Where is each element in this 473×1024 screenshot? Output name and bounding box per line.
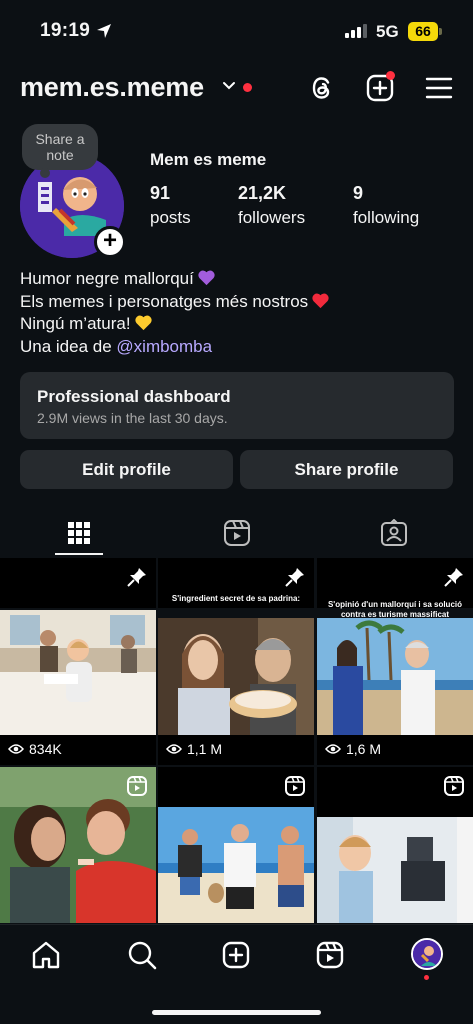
grid-post[interactable] xyxy=(158,767,314,923)
stat-value: 21,2K xyxy=(238,183,287,203)
grid-post[interactable]: 834K xyxy=(0,558,156,765)
post-thumbnail xyxy=(0,610,156,735)
stat-value: 9 xyxy=(353,183,364,203)
view-count-text: 1,6 M xyxy=(346,741,382,757)
stat-label: posts xyxy=(150,208,191,227)
profile-header: mem.es.meme xyxy=(0,68,473,108)
display-name: Mem es meme xyxy=(150,150,267,169)
tab-reels[interactable] xyxy=(158,510,316,556)
bottom-navigation xyxy=(0,924,473,1024)
share-note-bubble[interactable]: Share a note xyxy=(22,124,98,170)
stat-label: following xyxy=(353,208,420,227)
bio-line: Una idea de @ximbomba xyxy=(20,336,330,359)
bio-line: Ningú m’atura! xyxy=(20,313,330,336)
posts-grid: 834K S'ingredient secret de sa padrina: … xyxy=(0,558,473,923)
reel-indicator-icon xyxy=(127,776,147,796)
post-caption: S'opinió d'un mallorquí i sa solució con… xyxy=(327,600,463,619)
bio-line: Humor negre mallorquí xyxy=(20,268,330,291)
stat-posts[interactable]: 91 posts xyxy=(150,183,191,228)
post-thumbnail xyxy=(317,618,473,735)
bio-mention-link[interactable]: @ximbomba xyxy=(116,337,212,356)
dashboard-title: Professional dashboard xyxy=(37,387,231,406)
create-icon[interactable] xyxy=(220,939,252,971)
pin-icon xyxy=(285,568,304,587)
bio-text: Humor negre mallorquí xyxy=(20,269,194,288)
tab-tagged[interactable] xyxy=(315,510,473,556)
view-count: 834K xyxy=(8,741,62,757)
eye-icon xyxy=(8,744,24,754)
reel-indicator-icon xyxy=(444,776,464,796)
home-icon[interactable] xyxy=(30,939,62,971)
stat-following[interactable]: 9 following xyxy=(353,183,419,228)
grid-post[interactable] xyxy=(0,767,156,923)
chevron-down-icon[interactable] xyxy=(222,80,236,92)
status-bar: 19:19 5G 66 xyxy=(0,0,473,62)
bio-text: Els memes i personatges més nostros xyxy=(20,291,309,311)
eye-icon xyxy=(166,744,182,754)
status-time: 19:19 xyxy=(40,20,91,41)
bio: Humor negre mallorquí Els memes i person… xyxy=(20,268,330,358)
yellow-heart-icon xyxy=(134,315,152,331)
active-tab-indicator xyxy=(55,553,103,555)
network-label: 5G xyxy=(376,22,399,41)
username-switcher[interactable]: mem.es.meme xyxy=(20,72,204,103)
note-bubble-tail xyxy=(40,168,50,178)
bio-text: Ningú m’atura! xyxy=(20,314,131,333)
menu-icon[interactable] xyxy=(423,72,455,104)
post-thumbnail xyxy=(158,618,314,735)
purple-heart-icon xyxy=(198,270,215,286)
search-icon[interactable] xyxy=(126,939,158,971)
grid-post[interactable] xyxy=(317,767,473,923)
grid-post[interactable]: S'opinió d'un mallorquí i sa solució con… xyxy=(317,558,473,765)
grid-post[interactable]: S'ingredient secret de sa padrina: 1,1 M xyxy=(158,558,314,765)
grid-icon xyxy=(68,522,90,544)
home-indicator[interactable] xyxy=(152,1010,321,1015)
profile-avatar-nav[interactable] xyxy=(411,938,443,970)
profile-notification-dot xyxy=(424,975,429,980)
threads-icon[interactable] xyxy=(306,72,338,104)
stat-followers[interactable]: 21,2K followers xyxy=(238,183,305,228)
create-notification-dot xyxy=(386,71,395,80)
battery-icon: 66 xyxy=(408,22,438,41)
pin-icon xyxy=(444,568,463,587)
add-story-button[interactable]: + xyxy=(94,226,126,258)
profile-tabs xyxy=(0,510,473,558)
tab-grid[interactable] xyxy=(0,510,158,556)
bio-text: Una idea de xyxy=(20,336,117,356)
signal-icon xyxy=(345,24,367,38)
view-count: 1,6 M xyxy=(325,741,381,757)
location-arrow-icon xyxy=(97,24,111,38)
notification-dot xyxy=(243,83,252,92)
eye-icon xyxy=(325,744,341,754)
pin-icon xyxy=(127,568,146,587)
share-profile-button[interactable]: Share profile xyxy=(240,450,453,489)
tagged-icon xyxy=(381,519,407,546)
view-count: 1,1 M xyxy=(166,741,222,757)
reels-icon[interactable] xyxy=(314,939,346,971)
battery-nub xyxy=(439,28,442,35)
reel-indicator-icon xyxy=(285,776,305,796)
view-count-text: 834K xyxy=(29,741,62,757)
post-caption: S'ingredient secret de sa padrina: xyxy=(171,594,301,603)
edit-profile-button[interactable]: Edit profile xyxy=(20,450,233,489)
reels-icon xyxy=(224,520,250,546)
view-count-text: 1,1 M xyxy=(187,741,223,757)
dashboard-subtitle: 2.9M views in the last 30 days. xyxy=(37,410,228,426)
stat-label: followers xyxy=(238,208,306,227)
professional-dashboard[interactable]: Professional dashboard 2.9M views in the… xyxy=(20,372,454,439)
bio-line: Els memes i personatges més nostros xyxy=(20,291,330,314)
red-heart-icon xyxy=(312,293,329,308)
stat-value: 91 xyxy=(150,183,171,203)
